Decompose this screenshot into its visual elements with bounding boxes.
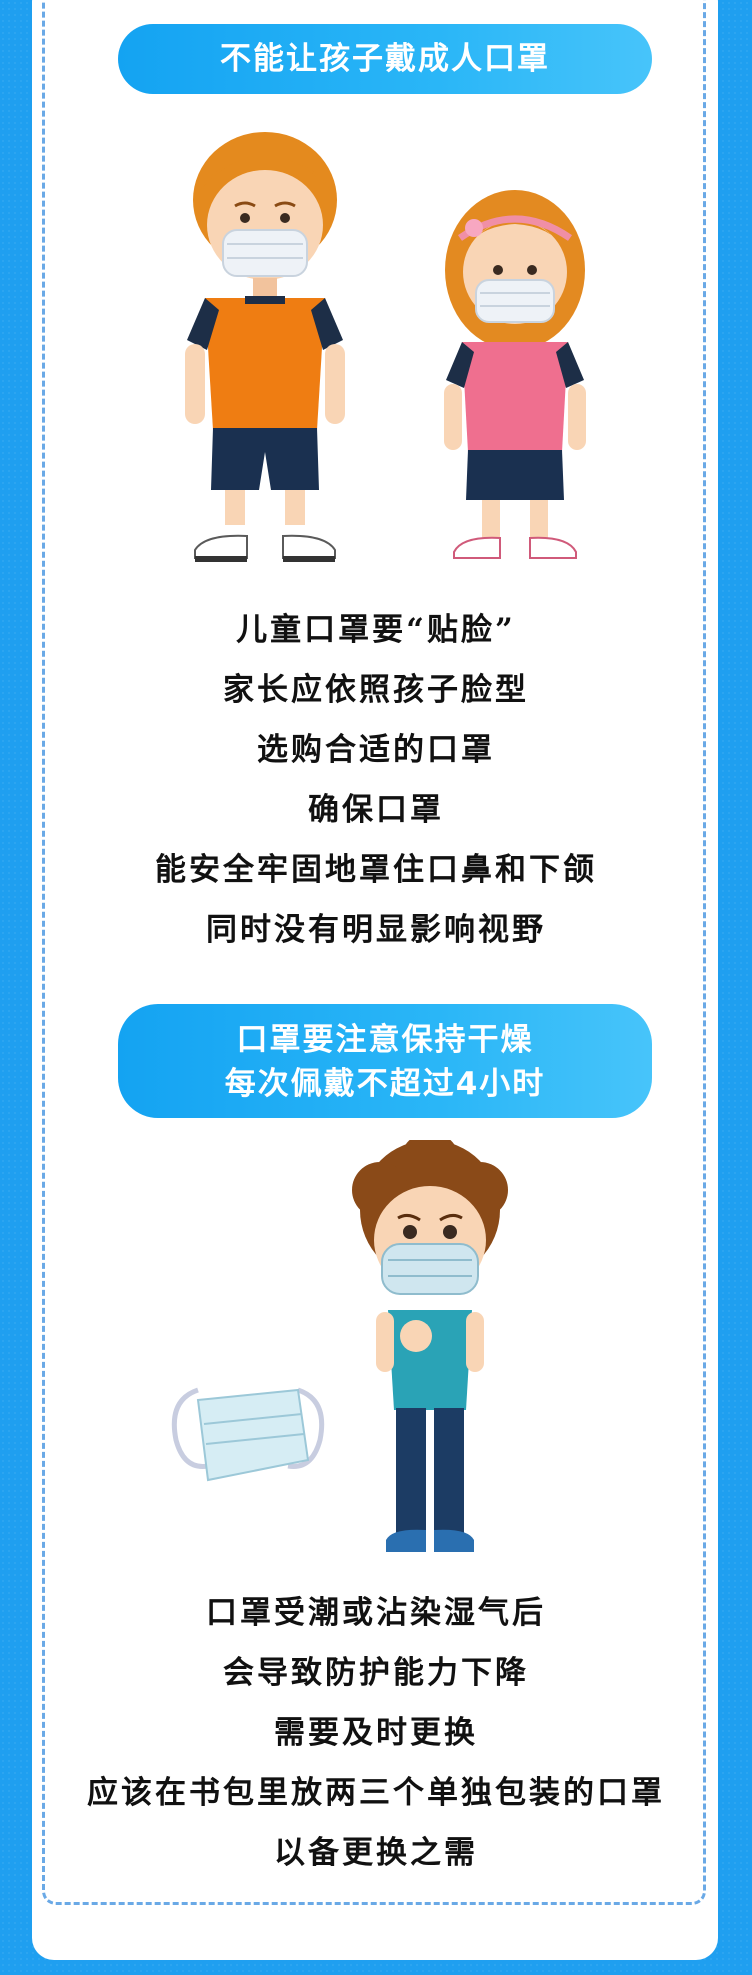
- section1-heading: 不能让孩子戴成人口罩: [220, 41, 550, 77]
- section1-line: 选购合适的口罩: [257, 732, 495, 768]
- section2-heading-line2: 每次佩戴不超过4小时: [224, 1066, 546, 1102]
- section2-heading-pill: 口罩要注意保持干燥 每次佩戴不超过4小时: [118, 1004, 652, 1118]
- section1-heading-pill: 不能让孩子戴成人口罩: [118, 24, 652, 94]
- section1-text: 儿童口罩要“贴脸” 家长应依照孩子脸型 选购合适的口罩 确保口罩 能安全牢固地罩…: [0, 600, 752, 960]
- section1-line: 儿童口罩要“贴脸”: [236, 612, 516, 648]
- section2-heading-line1: 口罩要注意保持干燥: [236, 1022, 534, 1058]
- section2-line: 以备更换之需: [274, 1835, 478, 1871]
- boy-with-mask-illustration: [185, 132, 345, 562]
- surgical-mask-illustration: [171, 1387, 325, 1482]
- section1-line: 家长应依照孩子脸型: [223, 672, 529, 708]
- coughing-boy-illustration: [352, 1140, 508, 1552]
- section2-line: 应该在书包里放两三个单独包装的口罩: [87, 1775, 665, 1811]
- section2-line: 口罩受潮或沾染湿气后: [206, 1595, 546, 1631]
- section2-text: 口罩受潮或沾染湿气后 会导致防护能力下降 需要及时更换 应该在书包里放两三个单独…: [0, 1583, 752, 1883]
- section1-line: 确保口罩: [308, 792, 444, 828]
- girl-with-mask-illustration: [444, 190, 586, 559]
- section1-line: 同时没有明显影响视野: [206, 912, 546, 948]
- section2-line: 需要及时更换: [274, 1715, 478, 1751]
- section2-line: 会导致防护能力下降: [223, 1655, 529, 1691]
- section1-line: 能安全牢固地罩住口鼻和下颌: [155, 852, 597, 888]
